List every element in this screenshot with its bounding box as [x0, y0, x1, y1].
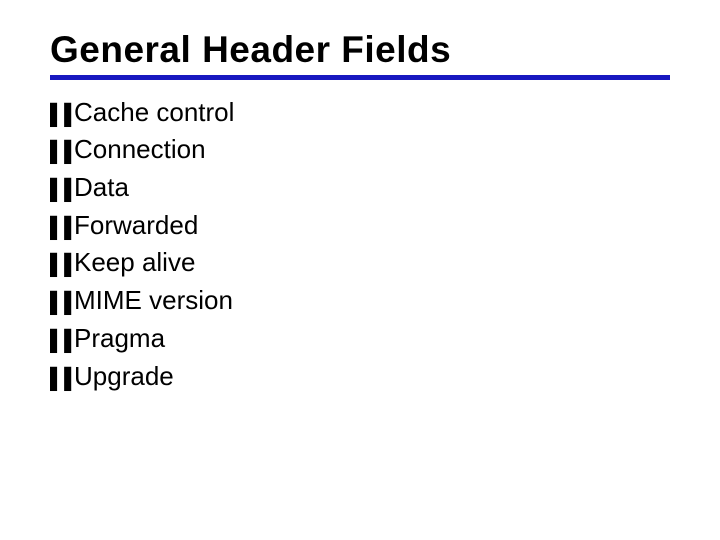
- title-underline: [50, 75, 670, 80]
- bullet-list: ▌▌ Cache control ▌▌ Connection ▌▌ Data ▌…: [50, 94, 670, 396]
- list-item: ▌▌ Pragma: [50, 320, 670, 358]
- list-item-label: Keep alive: [74, 244, 195, 282]
- bullet-icon: ▌▌: [50, 138, 74, 167]
- list-item: ▌▌ MIME version: [50, 282, 670, 320]
- list-item: ▌▌ Data: [50, 169, 670, 207]
- list-item: ▌▌ Connection: [50, 131, 670, 169]
- page-title: General Header Fields: [50, 30, 670, 71]
- bullet-icon: ▌▌: [50, 289, 74, 318]
- list-item: ▌▌ Keep alive: [50, 244, 670, 282]
- slide: General Header Fields ▌▌ Cache control ▌…: [0, 0, 720, 540]
- bullet-icon: ▌▌: [50, 101, 74, 130]
- list-item-label: Data: [74, 169, 129, 207]
- list-item-label: Forwarded: [74, 207, 198, 245]
- bullet-icon: ▌▌: [50, 214, 74, 243]
- bullet-icon: ▌▌: [50, 176, 74, 205]
- list-item-label: Cache control: [74, 94, 234, 132]
- list-item-label: MIME version: [74, 282, 233, 320]
- bullet-icon: ▌▌: [50, 327, 74, 356]
- list-item-label: Pragma: [74, 320, 165, 358]
- list-item-label: Upgrade: [74, 358, 174, 396]
- bullet-icon: ▌▌: [50, 251, 74, 280]
- list-item: ▌▌ Upgrade: [50, 358, 670, 396]
- bullet-icon: ▌▌: [50, 365, 74, 394]
- list-item: ▌▌ Cache control: [50, 94, 670, 132]
- list-item: ▌▌ Forwarded: [50, 207, 670, 245]
- list-item-label: Connection: [74, 131, 206, 169]
